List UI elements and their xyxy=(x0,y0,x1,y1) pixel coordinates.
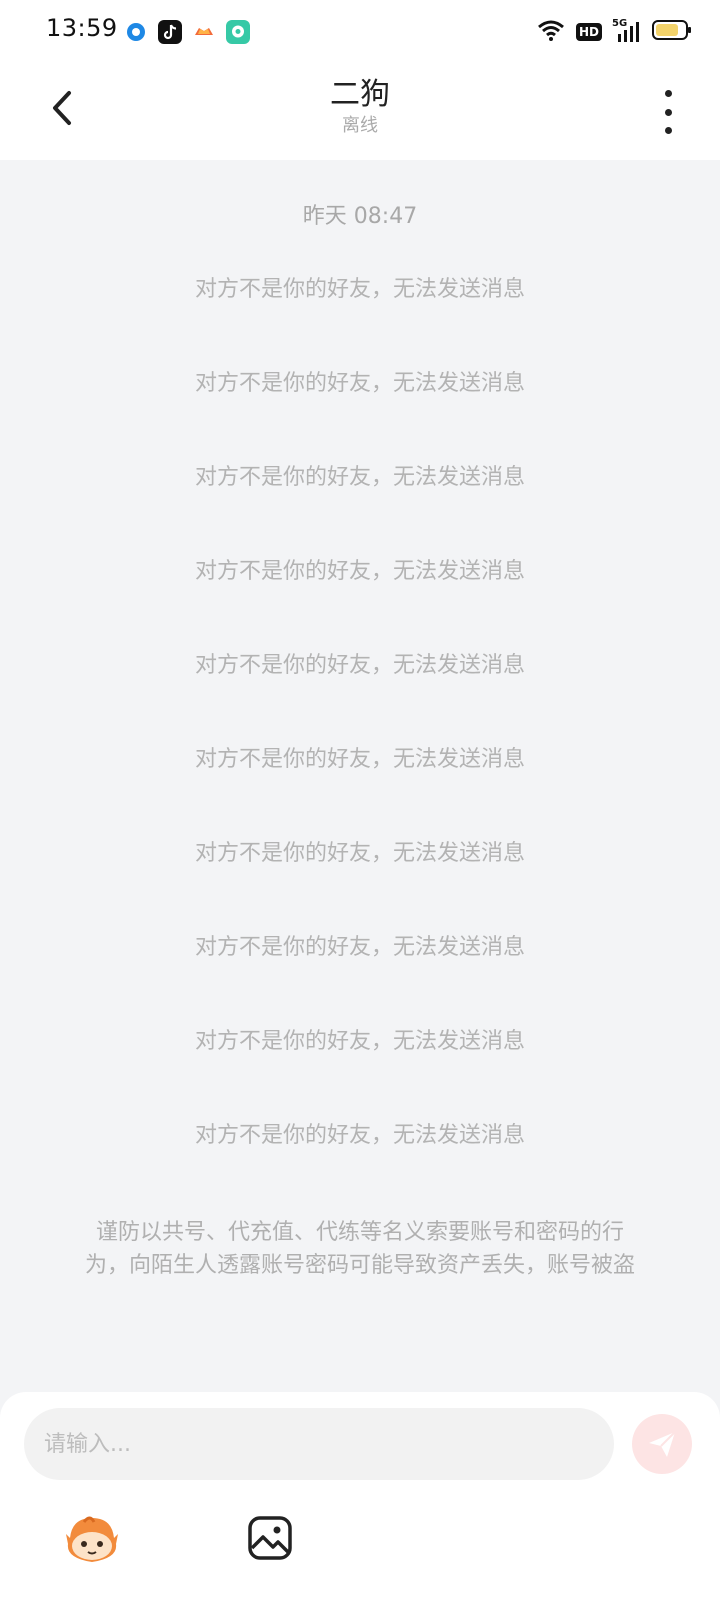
wifi-icon xyxy=(536,18,566,46)
image-icon xyxy=(248,1516,292,1560)
status-bar: 13:59 HD 5G xyxy=(0,0,720,64)
status-right-group: HD 5G xyxy=(536,18,692,46)
chat-app-icon xyxy=(226,20,250,44)
more-options-button[interactable] xyxy=(656,90,680,134)
online-status: 离线 xyxy=(342,115,378,136)
system-message: 对方不是你的好友，无法发送消息 xyxy=(194,1029,525,1054)
paper-plane-icon xyxy=(649,1431,676,1457)
system-message: 对方不是你的好友，无法发送消息 xyxy=(194,653,525,678)
more-dot-icon xyxy=(664,90,672,97)
more-dot-icon xyxy=(664,108,672,116)
system-message: 对方不是你的好友，无法发送消息 xyxy=(194,935,525,960)
contact-title-area: 二狗 离线 xyxy=(160,76,560,138)
security-warning-line: 谨防以共号、代充值、代练等名义索要账号和密码的行 xyxy=(95,1220,624,1245)
more-dot-icon xyxy=(664,127,672,134)
signal-icon: 5G xyxy=(612,18,642,44)
tiktok-icon xyxy=(158,20,182,44)
input-panel xyxy=(0,1392,720,1600)
security-warning-line: 为，向陌生人透露账号密码可能导致资产丢失，账号被盗 xyxy=(84,1253,635,1278)
send-button[interactable] xyxy=(632,1414,692,1474)
system-message: 对方不是你的好友，无法发送消息 xyxy=(194,465,525,490)
system-message: 对方不是你的好友，无法发送消息 xyxy=(194,371,525,396)
system-message: 对方不是你的好友，无法发送消息 xyxy=(194,1123,525,1148)
notification-app-icon xyxy=(124,20,148,44)
message-timestamp: 昨天 08:47 xyxy=(302,204,418,229)
system-message: 对方不是你的好友，无法发送消息 xyxy=(194,841,525,866)
system-message: 对方不是你的好友，无法发送消息 xyxy=(194,559,525,584)
game-icon xyxy=(192,20,216,44)
back-arrow-icon xyxy=(53,91,71,125)
image-picker-button[interactable] xyxy=(246,1514,294,1562)
message-input[interactable] xyxy=(24,1408,614,1480)
emoji-sticker-button[interactable] xyxy=(60,1512,124,1568)
battery-icon xyxy=(652,19,692,45)
chat-screen: 13:59 HD 5G 二狗 离线 昨天 08:47 对方不是你的好友，无法发送… xyxy=(0,0,720,1600)
system-message: 对方不是你的好友，无法发送消息 xyxy=(194,277,525,302)
chat-header: 二狗 离线 xyxy=(0,64,720,160)
hd-badge: HD xyxy=(575,23,602,41)
status-time: 13:59 xyxy=(46,14,118,42)
back-button[interactable] xyxy=(40,86,84,130)
contact-name: 二狗 xyxy=(330,77,390,112)
security-warning: 谨防以共号、代充值、代练等名义索要账号和密码的行 为，向陌生人透露账号密码可能导… xyxy=(54,1216,666,1282)
monkey-face-icon xyxy=(66,1516,118,1562)
system-message: 对方不是你的好友，无法发送消息 xyxy=(194,747,525,772)
